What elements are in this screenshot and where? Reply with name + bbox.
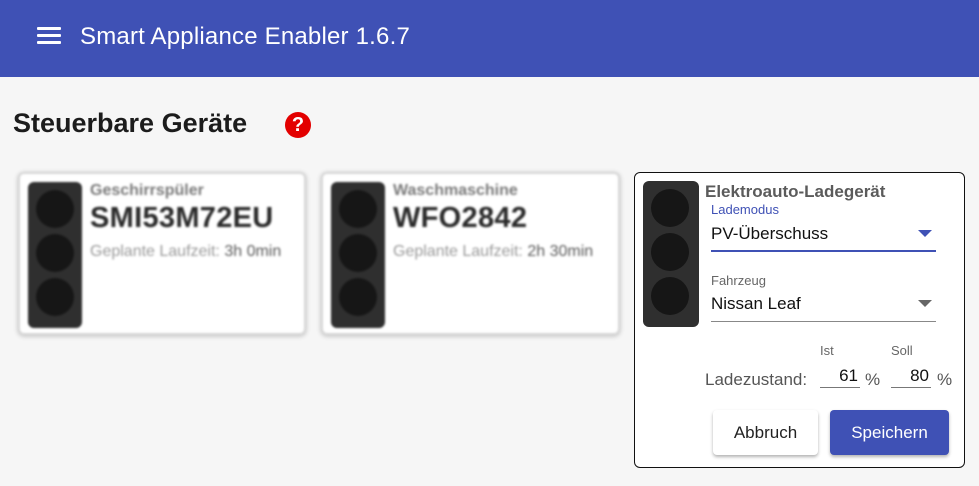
lamp-green — [36, 278, 74, 316]
vehicle-value: Nissan Leaf — [711, 294, 801, 313]
traffic-light-icon — [643, 181, 699, 327]
lamp-red — [651, 189, 689, 227]
lamp-green — [651, 277, 689, 315]
lamp-yellow — [339, 234, 377, 272]
device-card-washer[interactable]: Waschmaschine WFO2842 Geplante Laufzeit:… — [321, 172, 620, 335]
cancel-button[interactable]: Abbruch — [713, 410, 818, 455]
soc-current-input[interactable] — [820, 364, 860, 388]
traffic-light-icon — [331, 182, 385, 328]
save-button[interactable]: Speichern — [830, 410, 949, 455]
charge-mode-value: PV-Überschuss — [711, 224, 829, 243]
lamp-green — [339, 278, 377, 316]
runtime-label: Geplante Laufzeit: — [393, 243, 523, 260]
menu-icon[interactable] — [34, 23, 64, 49]
device-type: Waschmaschine — [393, 182, 518, 199]
percent-unit: % — [937, 370, 953, 389]
lamp-red — [339, 190, 377, 228]
device-card-dishwasher[interactable]: Geschirrspüler SMI53M72EU Geplante Laufz… — [18, 172, 306, 335]
chevron-down-icon — [918, 230, 932, 237]
app-title: Smart Appliance Enabler 1.6.7 — [80, 23, 410, 50]
device-model: WFO2842 — [393, 202, 528, 234]
soc-target-input[interactable] — [891, 364, 931, 388]
soc-current-label: Ist — [820, 343, 834, 358]
percent-unit: % — [865, 370, 881, 389]
runtime-value: 3h 0min — [224, 243, 282, 260]
lamp-yellow — [651, 233, 689, 271]
device-runtime: Geplante Laufzeit: 2h 30min — [393, 243, 593, 261]
device-card-ev-charger: Elektroauto-Ladegerät Lademodus PV-Übers… — [634, 172, 965, 468]
vehicle-label: Fahrzeug — [711, 273, 766, 288]
lamp-yellow — [36, 234, 74, 272]
traffic-light-icon — [28, 182, 82, 328]
app-toolbar: Smart Appliance Enabler 1.6.7 — [0, 0, 979, 77]
runtime-value: 2h 30min — [527, 243, 594, 260]
device-type: Geschirrspüler — [90, 182, 204, 199]
charge-mode-select[interactable]: PV-Überschuss — [711, 218, 936, 252]
page-title: Steuerbare Geräte — [13, 108, 248, 138]
chevron-down-icon — [918, 300, 932, 307]
charge-mode-label: Lademodus — [711, 202, 779, 217]
lamp-red — [36, 190, 74, 228]
vehicle-select[interactable]: Nissan Leaf — [711, 288, 936, 322]
help-icon[interactable]: ? — [285, 112, 311, 138]
device-runtime: Geplante Laufzeit: 3h 0min — [90, 243, 281, 261]
runtime-label: Geplante Laufzeit: — [90, 243, 220, 260]
soc-label: Ladezustand: — [705, 370, 808, 389]
soc-target-label: Soll — [891, 343, 913, 358]
device-type: Elektroauto-Ladegerät — [705, 182, 886, 201]
device-model: SMI53M72EU — [90, 202, 274, 234]
